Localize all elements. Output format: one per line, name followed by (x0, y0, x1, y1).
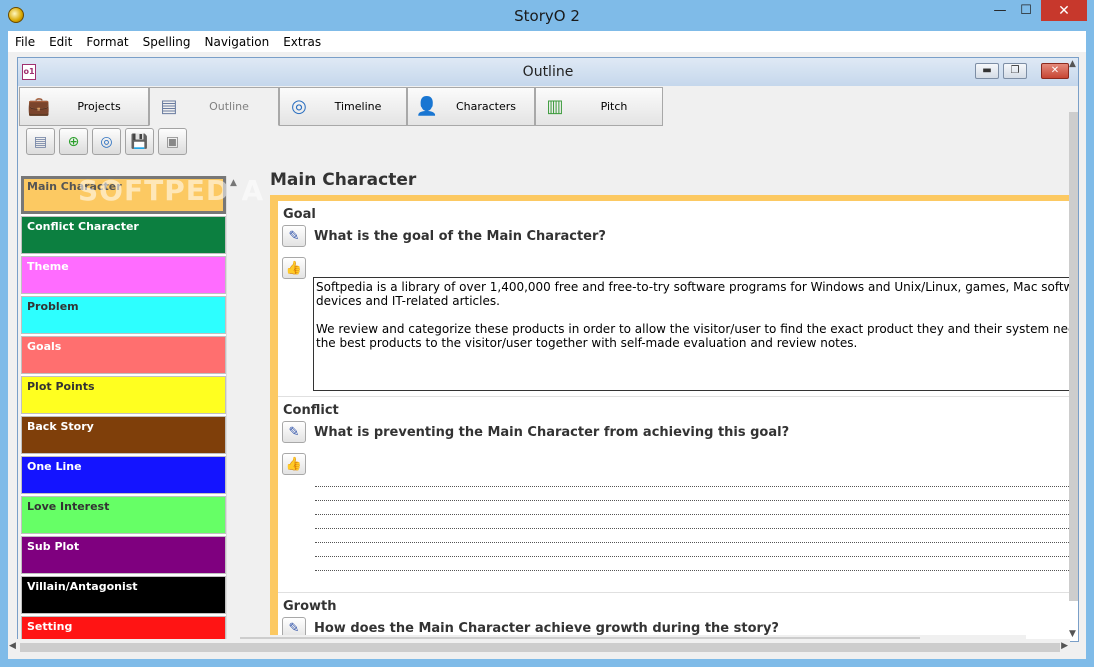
category-item[interactable]: Back Story (21, 416, 226, 454)
category-item[interactable]: Sub Plot (21, 536, 226, 574)
box-button[interactable]: ▣ (158, 128, 187, 155)
save-icon: 💾 (130, 133, 149, 150)
menu-bar: File Edit Format Spelling Navigation Ext… (8, 31, 1086, 52)
mdi-area: o1 Outline ▬ ❐ ✕ 💼 Projects ▤ Outline ◎ … (8, 52, 1086, 659)
menu-spelling[interactable]: Spelling (136, 35, 198, 49)
category-list-scrollbar[interactable]: ▲ (226, 176, 242, 641)
scroll-down-icon[interactable]: ▼ (1069, 629, 1076, 639)
answer-textarea[interactable]: Softpedia is a library of over 1,400,000… (313, 277, 1079, 391)
mdi-vertical-scrollbar[interactable]: ▲ ▼ (1067, 57, 1081, 647)
outline-window-title: Outline (522, 64, 574, 80)
box-icon: ▣ (165, 133, 180, 150)
question-text: What is preventing the Main Character fr… (314, 425, 790, 440)
category-item[interactable]: Love Interest (21, 496, 226, 534)
tab-timeline[interactable]: ◎ Timeline (279, 87, 407, 126)
section-title: Goal (283, 207, 316, 222)
timeline-button[interactable]: ◎ (92, 128, 121, 155)
pen-icon: ✎ (288, 228, 300, 244)
answer-line: the best products to the visitor/user to… (316, 336, 858, 350)
tab-outline[interactable]: ▤ Outline (149, 87, 279, 126)
outline-icon: ▤ (160, 96, 178, 117)
thumbs-up-icon: 👍 (285, 456, 303, 472)
timeline-icon: ◎ (100, 133, 113, 150)
tab-label: Characters (455, 100, 517, 113)
pitch-icon: ▥ (546, 96, 564, 117)
menu-navigation[interactable]: Navigation (197, 35, 276, 49)
scroll-thumb[interactable] (20, 643, 1060, 652)
category-item[interactable]: One Line (21, 456, 226, 494)
category-item[interactable]: Goals (21, 336, 226, 374)
category-item[interactable]: Problem (21, 296, 226, 334)
section-title: Growth (283, 599, 337, 614)
category-list: Main Character Conflict Character Theme Pro… (21, 176, 226, 641)
child-close-button[interactable]: ✕ (1041, 63, 1069, 79)
edit-button[interactable]: ✎ (282, 225, 306, 247)
menu-format[interactable]: Format (79, 35, 135, 49)
tab-projects[interactable]: 💼 Projects (19, 87, 149, 126)
outline-view-button[interactable]: ▤ (26, 128, 55, 155)
category-item[interactable]: Villain/Antagonist (21, 576, 226, 614)
page-title: Main Character (270, 170, 417, 190)
section-tabs: 💼 Projects ▤ Outline ◎ Timeline 👤 Charac… (19, 87, 663, 126)
tab-characters[interactable]: 👤 Characters (407, 87, 535, 126)
timeline-icon: ◎ (291, 96, 307, 117)
content-frame: Goal ✎ What is the goal of the Main Char… (270, 195, 1079, 641)
edit-button[interactable]: ✎ (282, 421, 306, 443)
tab-label: Pitch (600, 100, 628, 113)
outline-window-title-bar: o1 Outline ▬ ❐ ✕ (18, 58, 1078, 86)
tab-label: Timeline (334, 100, 382, 113)
close-button[interactable]: ✕ (1041, 0, 1087, 21)
thumbs-up-icon: 👍 (285, 260, 303, 276)
content-panel: Goal ✎ What is the goal of the Main Char… (278, 201, 1079, 641)
window-title: StoryO 2 (514, 7, 580, 25)
tab-label: Outline (209, 100, 249, 113)
pen-icon: ✎ (288, 424, 300, 440)
scroll-right-icon[interactable]: ▶ (1061, 641, 1068, 651)
mdi-horizontal-scrollbar[interactable]: ◀ ▶ (8, 639, 1070, 656)
add-item-button[interactable]: ⊕ (59, 128, 88, 155)
answer-line: devices and IT-related articles. (316, 294, 500, 308)
menu-edit[interactable]: Edit (42, 35, 79, 49)
menu-extras[interactable]: Extras (276, 35, 328, 49)
briefcase-icon: 💼 (27, 96, 51, 117)
pen-icon: ✎ (288, 620, 300, 636)
approve-button[interactable]: 👍 (282, 453, 306, 475)
save-button[interactable]: 💾 (125, 128, 154, 155)
scroll-thumb[interactable] (1069, 112, 1078, 601)
scroll-up-icon[interactable]: ▲ (1069, 59, 1076, 69)
child-restore-button[interactable]: ❐ (1003, 63, 1027, 79)
tab-label: Projects (77, 100, 121, 113)
category-item[interactable]: Conflict Character (21, 216, 226, 254)
conflict-section: Conflict ✎ What is preventing the Main C… (278, 397, 1078, 593)
outline-window: o1 Outline ▬ ❐ ✕ 💼 Projects ▤ Outline ◎ … (17, 57, 1079, 642)
tab-pitch[interactable]: ▥ Pitch (535, 87, 663, 126)
approve-button[interactable]: 👍 (282, 257, 306, 279)
menu-file[interactable]: File (8, 35, 42, 49)
category-item[interactable]: Main Character (21, 176, 226, 214)
answer-line: We review and categorize these products … (316, 322, 1079, 336)
question-text: What is the goal of the Main Character? (314, 229, 606, 244)
scroll-up-icon[interactable]: ▲ (230, 178, 237, 188)
section-title: Conflict (283, 403, 339, 418)
toolbar: ▤ ⊕ ◎ 💾 ▣ (26, 128, 187, 155)
category-item[interactable]: Plot Points (21, 376, 226, 414)
answer-line: Softpedia is a library of over 1,400,000… (316, 280, 1079, 294)
minimize-button[interactable]: — (988, 0, 1012, 21)
add-icon: ⊕ (67, 133, 80, 150)
characters-icon: 👤 (415, 96, 439, 117)
child-minimize-button[interactable]: ▬ (975, 63, 999, 79)
maximize-button[interactable]: ☐ (1014, 0, 1038, 21)
question-text: How does the Main Character achieve grow… (314, 621, 779, 636)
category-item[interactable]: Theme (21, 256, 226, 294)
goal-section: Goal ✎ What is the goal of the Main Char… (278, 201, 1079, 397)
scroll-left-icon[interactable]: ◀ (9, 641, 16, 651)
window-title-bar: StoryO 2 — ☐ ✕ (0, 0, 1094, 31)
empty-answer-lines[interactable] (315, 473, 1078, 571)
outline-icon: ▤ (33, 133, 48, 150)
